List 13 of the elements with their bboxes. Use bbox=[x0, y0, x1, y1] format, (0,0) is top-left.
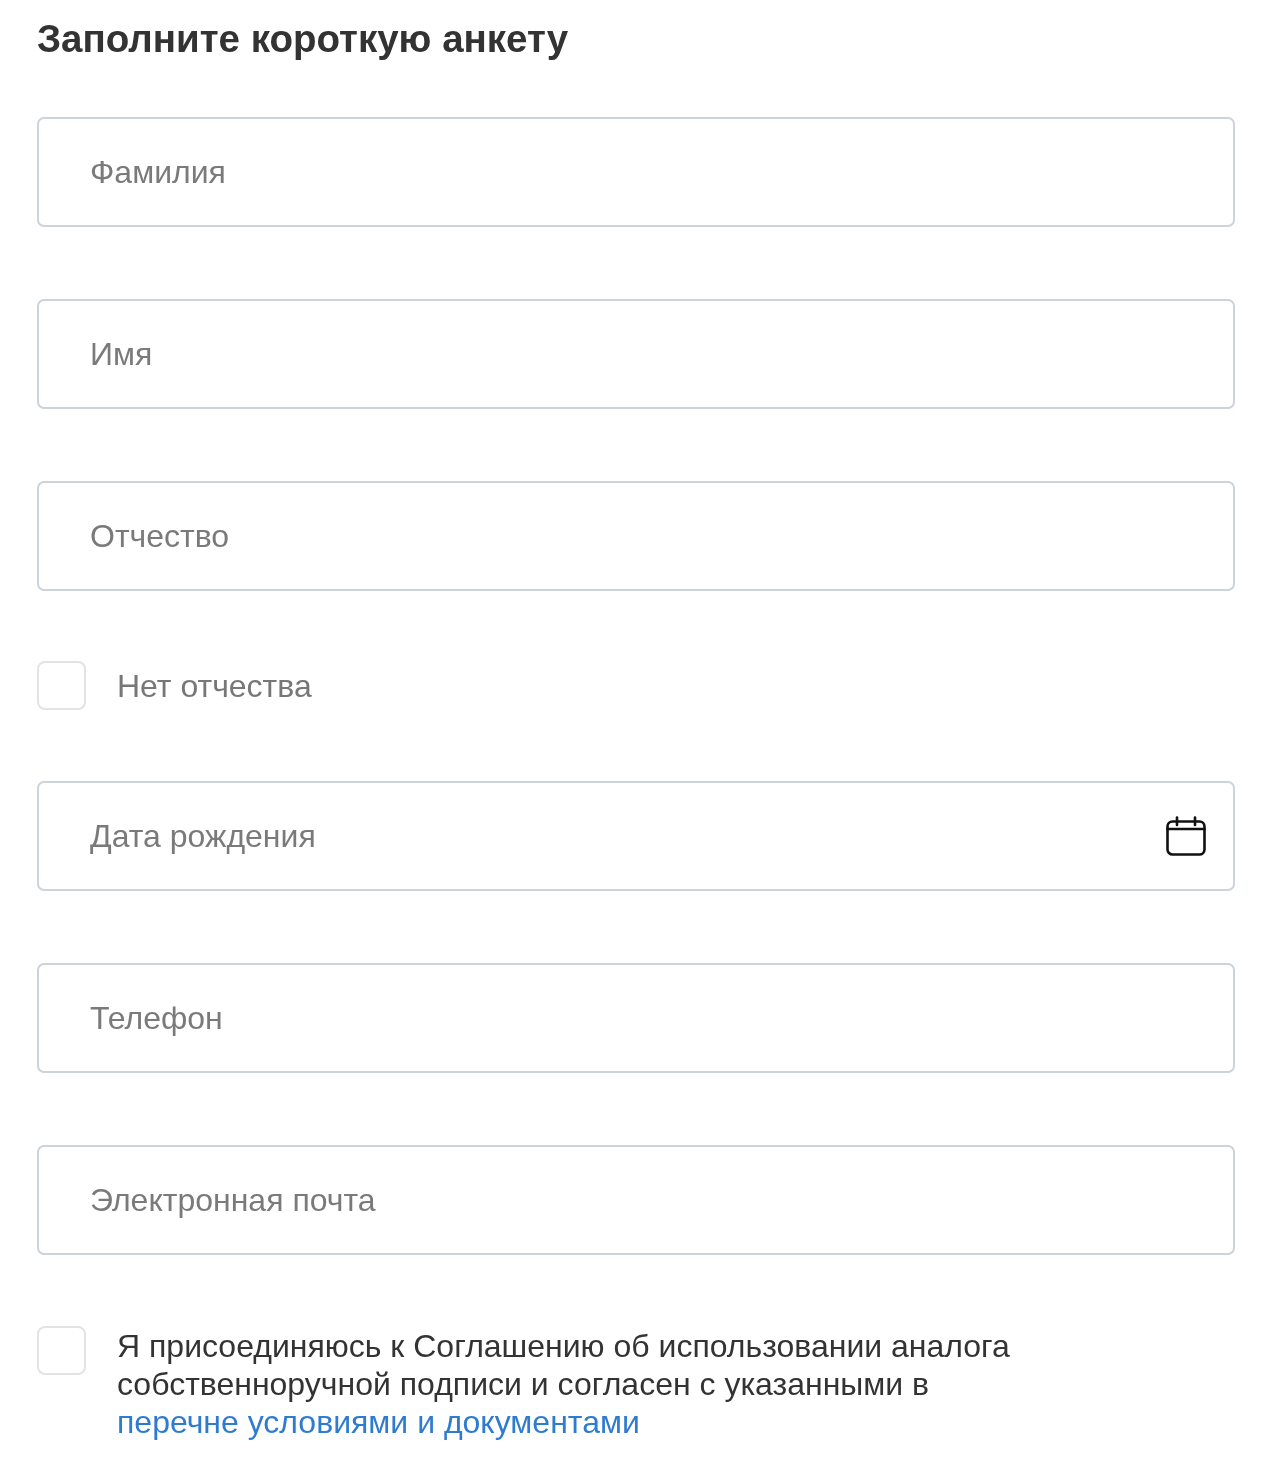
input-field[interactable]: Имя bbox=[37, 299, 1235, 409]
date-field[interactable]: Дата рождения bbox=[37, 781, 1235, 891]
form-title: Заполните короткую анкету bbox=[37, 17, 570, 61]
consent-text: Я присоединяюсь к Соглашению об использовании аналога собственноручной подписи и согласен с указанными в перечне условиями и документами bbox=[117, 1327, 1011, 1441]
input-field[interactable]: Отчество bbox=[37, 481, 1235, 591]
checkbox[interactable] bbox=[37, 661, 86, 710]
input-field[interactable]: Фамилия bbox=[37, 117, 1235, 227]
input-field[interactable]: Телефон bbox=[37, 963, 1235, 1073]
input-field[interactable]: Электронная почта bbox=[37, 1145, 1235, 1255]
checkbox[interactable] bbox=[37, 1326, 86, 1375]
terms-link[interactable]: перечне условиями и документами bbox=[117, 1404, 640, 1440]
checkbox-label[interactable]: Нет отчества bbox=[117, 666, 312, 705]
calendar-icon[interactable] bbox=[1166, 816, 1206, 856]
